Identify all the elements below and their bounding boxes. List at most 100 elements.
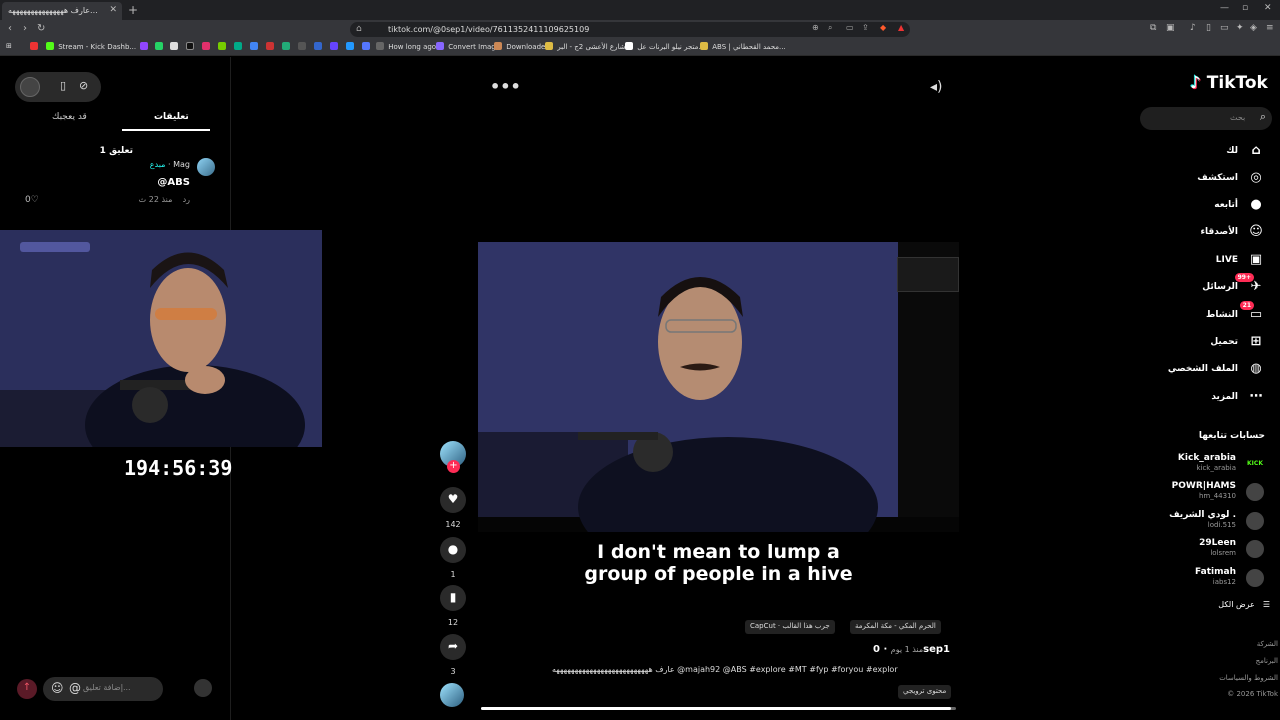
install-icon[interactable]: ▭ xyxy=(846,23,854,32)
share-icon[interactable]: ⇪ xyxy=(862,23,869,32)
bookmark-how-long-ago[interactable]: How long ago xyxy=(376,42,436,51)
bookmark-icon[interactable] xyxy=(314,42,324,51)
commenter-name[interactable]: مبدع · Mag xyxy=(150,160,190,169)
menu-icon[interactable]: ≡ xyxy=(1266,23,1274,33)
sound-avatar[interactable] xyxy=(440,683,464,707)
tiktok-logo[interactable]: ♪ TikTok xyxy=(1190,73,1268,93)
video-author[interactable]: منذ 1 يوم · 0sep1 xyxy=(873,644,950,655)
translate-icon[interactable]: ⊕ xyxy=(812,23,819,32)
tabs-icon[interactable]: ▭ xyxy=(1220,23,1229,33)
browser-tab[interactable]: عارف هههههههههههههههه... ✕ xyxy=(2,2,122,20)
following-account[interactable]: Fatimah iabs12 xyxy=(1138,567,1268,591)
comment-button[interactable]: ● 1 xyxy=(440,537,466,579)
bookmark-store[interactable]: متجر نيلو البرنات عل... xyxy=(625,42,705,51)
bookmark-icon[interactable] xyxy=(234,42,244,51)
footer-program[interactable]: البرنامج xyxy=(1256,657,1278,665)
brave-shield-icon[interactable]: ◆ xyxy=(880,23,886,32)
bookmark-abs[interactable]: ABS | محمد القحطاني... xyxy=(700,42,786,51)
upload-icon: ⊞ xyxy=(1250,334,1262,349)
forward-icon[interactable]: › xyxy=(23,23,27,34)
minimize-icon[interactable]: — xyxy=(1220,3,1229,13)
extensions-icon[interactable]: ⧉ xyxy=(1150,23,1156,33)
save-button[interactable]: ▮ 12 xyxy=(440,585,466,627)
sidebar-item-4[interactable]: LIVE ▣ xyxy=(1140,250,1270,272)
bookmark-convert-image[interactable]: Convert Image xyxy=(436,42,500,51)
bookmark-icon[interactable] xyxy=(330,42,340,51)
bookmark-icon[interactable] xyxy=(155,42,165,51)
bookmark-icon[interactable] xyxy=(346,42,356,51)
following-account[interactable]: Kick_arabia kick_arabia KICK xyxy=(1138,453,1268,477)
see-all-button[interactable]: عرض الكل ☰ xyxy=(1218,600,1270,609)
video-player[interactable] xyxy=(478,242,959,532)
sidebar-item-3[interactable]: الأصدقاء ☺ xyxy=(1140,222,1270,244)
comment-input[interactable]: ☺ @ إضافة تعليق... xyxy=(43,677,163,701)
capcut-chip[interactable]: CapCut · جرب هذا القالب xyxy=(745,620,835,634)
sidebar-item-7[interactable]: تحميل ⊞ xyxy=(1140,332,1270,354)
tab-comments[interactable]: تعليقات xyxy=(154,112,189,122)
footer-company[interactable]: الشركة xyxy=(1257,640,1278,648)
compass-icon[interactable]: ⊘ xyxy=(79,79,88,92)
mention-icon[interactable]: @ xyxy=(69,681,81,695)
close-tab-icon[interactable]: ✕ xyxy=(109,5,117,15)
commenter-avatar[interactable] xyxy=(197,158,215,176)
sidebar-item-0[interactable]: لك ⌂ xyxy=(1140,141,1270,163)
bookmark-icon[interactable] xyxy=(140,42,150,51)
bookmark-icon[interactable] xyxy=(202,42,212,51)
video-progress-bar[interactable] xyxy=(481,707,956,710)
reply-button[interactable]: رد xyxy=(183,195,190,204)
emoji-icon[interactable]: ☺ xyxy=(51,681,64,695)
comment-like-button[interactable]: 0♡ xyxy=(25,195,39,205)
vpn-icon[interactable]: ◈ xyxy=(1250,23,1257,33)
sidebar-item-2[interactable]: أتابعه ● xyxy=(1140,195,1270,217)
following-account[interactable]: لودي الشريف . lodi.515 xyxy=(1138,510,1268,534)
footer-terms[interactable]: الشروط والسياسات xyxy=(1219,674,1278,682)
more-options-icon[interactable]: ••• xyxy=(490,77,521,96)
bookmark-downloader[interactable]: Downloader xyxy=(494,42,548,51)
sidebar-item-1[interactable]: استكشف ◎ xyxy=(1140,168,1270,190)
screenshot-icon[interactable]: ▣ xyxy=(1166,23,1175,33)
bookmark-icon[interactable] xyxy=(186,42,196,51)
url-bar[interactable]: ⌂ tiktok.com/@0sep1/video/76113524111096… xyxy=(350,22,910,37)
apps-icon[interactable]: ⊞ xyxy=(6,42,12,50)
search-icon[interactable]: ⌕ xyxy=(1260,110,1266,124)
tab-title: عارف هههههههههههههههه... xyxy=(8,6,98,15)
sidebar-item-5[interactable]: الرسائل ✈ 99+ xyxy=(1140,273,1270,299)
bookmark-icon[interactable] xyxy=(282,42,292,51)
close-window-icon[interactable]: ✕ xyxy=(1264,3,1272,13)
leo-icon[interactable]: ✦ xyxy=(1236,23,1244,33)
share-button[interactable]: ➦ 3 xyxy=(440,634,466,676)
like-button[interactable]: ♥ 142 xyxy=(440,487,466,529)
zoom-icon[interactable]: ⌕ xyxy=(828,23,832,33)
search-input[interactable]: بحث ⌕ xyxy=(1140,107,1272,130)
bookmark-icon[interactable] xyxy=(250,42,260,51)
back-icon[interactable]: ‹ xyxy=(8,23,12,34)
bookmark-icon[interactable] xyxy=(30,42,40,51)
sidebar-item-6[interactable]: النشاط ▭ 21 xyxy=(1140,301,1270,327)
location-chip[interactable]: الحرم المكي - مكة المكرمة xyxy=(850,620,941,634)
friends-icon: ☺ xyxy=(1249,224,1263,239)
maximize-icon[interactable]: ▫ xyxy=(1242,3,1248,13)
music-icon[interactable]: ♪ xyxy=(1190,23,1196,33)
bookmark-kick[interactable]: Stream - Kick Dashb... xyxy=(46,42,136,51)
rewards-icon[interactable]: ▲ xyxy=(898,23,904,32)
following-account[interactable]: 29Leen lolsrem xyxy=(1138,538,1268,562)
new-tab-icon[interactable]: + xyxy=(128,3,138,17)
phone-icon[interactable]: ▯ xyxy=(60,79,66,92)
follow-plus-button[interactable]: + xyxy=(447,460,460,473)
avatar[interactable] xyxy=(20,77,40,97)
sidebar-item-9[interactable]: المزيد ⋯ xyxy=(1140,387,1270,409)
bookmark-icon[interactable] xyxy=(298,42,308,51)
bookmark-street[interactable]: شارع الأعشى 2ج - البر... xyxy=(545,42,632,51)
bookmark-icon[interactable] xyxy=(218,42,228,51)
site-info-icon[interactable]: ⌂ xyxy=(356,24,362,34)
bookmark-icon[interactable] xyxy=(170,42,180,51)
bookmark-icon[interactable] xyxy=(266,42,276,51)
volume-icon[interactable]: ◂) xyxy=(930,79,943,95)
send-comment-button[interactable]: ↑ xyxy=(17,679,37,699)
bookmark-icon[interactable] xyxy=(362,42,372,51)
following-account[interactable]: POWR|HAMS hm_44310 xyxy=(1138,481,1268,505)
sidebar-icon[interactable]: ▯ xyxy=(1206,23,1211,33)
tab-you-may-like[interactable]: قد يعجبك xyxy=(52,112,87,122)
reload-icon[interactable]: ↻ xyxy=(37,23,45,34)
sidebar-item-8[interactable]: الملف الشخصي ◍ xyxy=(1140,359,1270,381)
